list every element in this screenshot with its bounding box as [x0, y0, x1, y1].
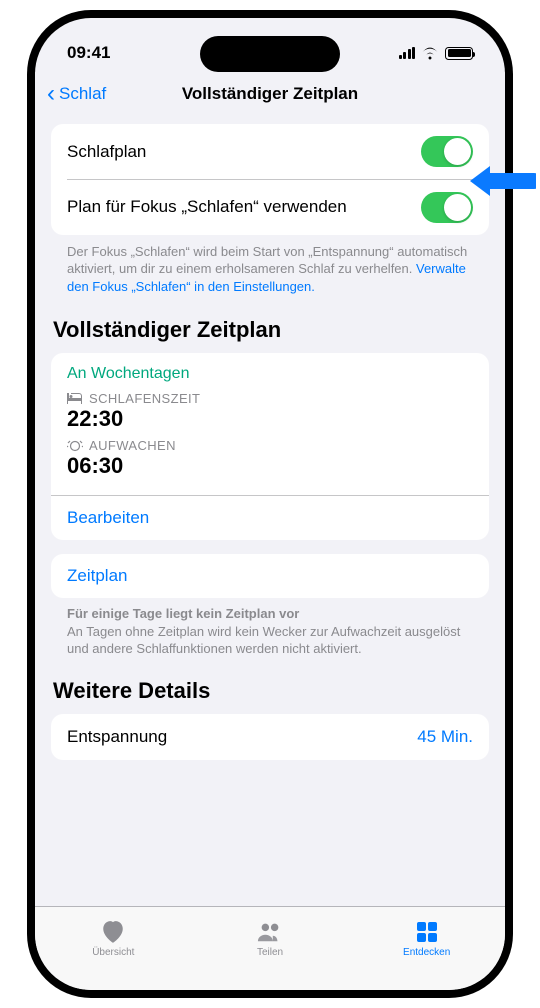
wake-label: AUFWACHEN [67, 438, 473, 453]
bedtime-label: SCHLAFENSZEIT [67, 391, 473, 406]
add-schedule-card: Zeitplan [51, 554, 489, 598]
back-button[interactable]: ‹ Schlaf [47, 82, 106, 106]
focus-footer: Der Fokus „Schlafen“ wird beim Start von… [51, 235, 489, 312]
schedule-days: An Wochentagen [67, 365, 473, 383]
focus-label: Plan für Fokus „Schlafen“ verwenden [67, 196, 347, 217]
chevron-left-icon: ‹ [47, 82, 55, 106]
schedule-header: Vollständiger Zeitplan [51, 311, 489, 353]
content-scroll[interactable]: Schlafplan Plan für Fokus „Schlafen“ ver… [35, 116, 505, 906]
wind-down-label: Entspannung [67, 726, 167, 747]
details-card: Entspannung 45 Min. [51, 714, 489, 760]
annotation-arrow-icon [466, 160, 536, 202]
status-time: 09:41 [67, 43, 110, 63]
wifi-icon [421, 47, 439, 60]
heart-icon [100, 920, 126, 944]
grid-icon [414, 920, 440, 944]
sleep-plan-row: Schlafplan [51, 124, 489, 179]
wake-value: 06:30 [67, 453, 473, 479]
tab-share[interactable]: Teilen [192, 907, 349, 970]
alarm-icon [67, 439, 83, 452]
bed-icon [67, 393, 83, 404]
people-icon [257, 920, 283, 944]
bedtime-value: 22:30 [67, 406, 473, 432]
sleep-plan-label: Schlafplan [67, 141, 146, 162]
edit-schedule-button[interactable]: Bearbeiten [51, 496, 489, 540]
wind-down-row[interactable]: Entspannung 45 Min. [51, 714, 489, 760]
add-schedule-button[interactable]: Zeitplan [51, 554, 489, 598]
cellular-icon [399, 47, 416, 59]
tab-discover[interactable]: Entdecken [348, 907, 505, 970]
focus-row: Plan für Fokus „Schlafen“ verwenden [51, 180, 489, 235]
battery-icon [445, 47, 473, 60]
toggles-card: Schlafplan Plan für Fokus „Schlafen“ ver… [51, 124, 489, 235]
no-schedule-note: Für einige Tage liegt kein Zeitplan vor … [51, 598, 489, 672]
schedule-card: An Wochentagen SCHLAFENSZEIT 22:30 AUFWA… [51, 353, 489, 540]
back-label: Schlaf [59, 84, 106, 104]
schedule-entry[interactable]: An Wochentagen SCHLAFENSZEIT 22:30 AUFWA… [51, 353, 489, 495]
status-indicators [399, 47, 474, 60]
tab-overview[interactable]: Übersicht [35, 907, 192, 970]
wind-down-value: 45 Min. [417, 727, 473, 747]
tab-bar: Übersicht Teilen Entdecken [35, 906, 505, 990]
navigation-bar: ‹ Schlaf Vollständiger Zeitplan [35, 72, 505, 116]
details-header: Weitere Details [51, 672, 489, 714]
